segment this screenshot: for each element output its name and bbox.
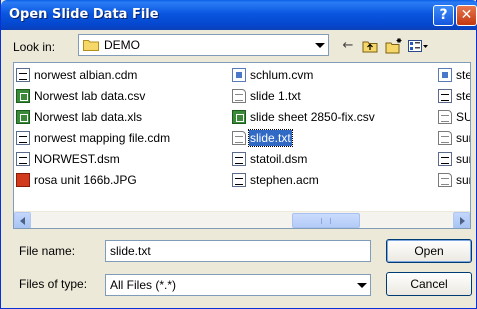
file-list-item[interactable]: cvm-file-icon step [438, 67, 470, 83]
file-list-item[interactable]: text-file-icon surv [438, 130, 470, 146]
cancel-button[interactable]: Cancel [386, 272, 472, 296]
text-file-icon: text-file-icon [438, 173, 452, 187]
scroll-left-button[interactable] [14, 212, 31, 228]
cvm-file-icon: cvm-file-icon [232, 68, 246, 82]
text-file-icon: text-file-icon [438, 110, 452, 124]
excel-file-icon: excel-file-icon [232, 110, 246, 124]
cvm-file-icon: cvm-file-icon [438, 68, 452, 82]
file-list-item[interactable]: dsm-file-icon norwest mapping file.cdm [16, 130, 216, 146]
file-list-item[interactable]: excel-file-icon Norwest lab data.xls [16, 109, 216, 125]
dialog-title: Open Slide Data File [9, 7, 159, 22]
horizontal-scrollbar[interactable] [14, 211, 470, 228]
file-list[interactable]: dsm-file-icon norwest albian.cdm excel-fil… [13, 62, 471, 229]
file-name-text: slide 1.txt [250, 89, 301, 103]
look-in-dropdown[interactable]: DEMO [78, 34, 329, 56]
file-name-text: slide sheet 2850-fix.csv [250, 110, 375, 124]
dsm-file-icon: dsm-file-icon [16, 131, 30, 145]
file-name-text: NORWEST.dsm [34, 152, 120, 166]
dsm-file-icon: dsm-file-icon [232, 152, 246, 166]
file-list-item[interactable]: text-file-icon slide 1.txt [232, 88, 432, 104]
file-name-text: Norwest lab data.csv [34, 89, 146, 103]
file-list-item[interactable]: dsm-file-icon statoil.dsm [232, 151, 432, 167]
file-name-text: schlum.cvm [250, 68, 314, 82]
back-icon[interactable]: ← [339, 37, 357, 55]
file-name-text: stephen.acm [250, 173, 319, 187]
look-in-label: Look in: [13, 40, 56, 54]
file-name-label: File name: [19, 244, 76, 258]
scroll-right-button[interactable] [453, 212, 470, 228]
scroll-thumb[interactable] [292, 213, 360, 228]
excel-file-icon: excel-file-icon [16, 110, 30, 124]
file-list-item[interactable]: excel-file-icon Norwest lab data.csv [16, 88, 216, 104]
dsm-file-icon: dsm-file-icon [232, 173, 246, 187]
dsm-file-icon: dsm-file-icon [438, 89, 452, 103]
text-file-icon: text-file-icon [438, 131, 452, 145]
open-button[interactable]: Open [386, 239, 472, 263]
file-list-item[interactable]: dsm-file-icon stephen.acm [232, 172, 432, 188]
file-name-text: norwest albian.cdm [34, 68, 138, 82]
dsm-file-icon: dsm-file-icon [438, 152, 452, 166]
folder-icon [83, 40, 99, 51]
file-list-item[interactable]: text-file-icon SUR [438, 109, 470, 125]
help-button[interactable]: ? [433, 5, 454, 26]
look-in-value: DEMO [104, 38, 140, 52]
file-name-text: step [456, 68, 470, 82]
file-name-text: slide.txt [248, 129, 293, 147]
files-of-type-dropdown[interactable]: All Files (*.*) [105, 274, 371, 296]
new-folder-icon[interactable] [384, 37, 404, 55]
files-of-type-value: All Files (*.*) [110, 278, 177, 292]
file-list-item[interactable]: dsm-file-icon step [438, 88, 470, 104]
file-name-text: SUR [456, 110, 470, 124]
image-file-icon: image-file-icon [16, 173, 30, 187]
file-name-text: step [456, 89, 470, 103]
file-list-item[interactable]: dsm-file-icon NORWEST.dsm [16, 151, 216, 167]
text-file-icon: text-file-icon [232, 89, 246, 103]
dsm-file-icon: dsm-file-icon [16, 152, 30, 166]
open-file-dialog: Open Slide Data File ? ✕ Look in: DEMO ←… [0, 0, 477, 309]
close-button[interactable]: ✕ [456, 5, 477, 26]
file-name-text: statoil.dsm [250, 152, 308, 166]
file-list-item[interactable]: cvm-file-icon schlum.cvm [232, 67, 432, 83]
file-name-text: surv [456, 131, 470, 145]
file-name-text: Norwest lab data.xls [34, 110, 143, 124]
file-name-text: rosa unit 166b.JPG [34, 173, 137, 187]
file-list-item[interactable]: image-file-icon rosa unit 166b.JPG [16, 172, 216, 188]
up-folder-icon[interactable] [361, 37, 379, 55]
dsm-file-icon: dsm-file-icon [16, 68, 30, 82]
views-menu-icon[interactable] [407, 37, 429, 55]
file-name-input[interactable]: slide.txt [105, 240, 371, 262]
chevron-down-icon[interactable] [310, 36, 327, 54]
file-list-item[interactable]: dsm-file-icon surv [438, 151, 470, 167]
file-name-text: surv [456, 173, 470, 187]
file-list-item[interactable]: text-file-iconslide.txt [232, 129, 432, 147]
title-bar[interactable]: Open Slide Data File ? ✕ [1, 0, 477, 30]
text-file-icon: text-file-icon [232, 131, 246, 145]
files-of-type-label: Files of type: [19, 277, 88, 291]
chevron-down-icon[interactable] [352, 276, 369, 294]
file-list-item[interactable]: dsm-file-icon norwest albian.cdm [16, 67, 216, 83]
file-name-text: surv [456, 152, 470, 166]
file-list-item[interactable]: text-file-icon surv [438, 172, 470, 188]
file-list-item[interactable]: excel-file-icon slide sheet 2850-fix.csv [232, 109, 432, 125]
file-name-text: norwest mapping file.cdm [34, 131, 171, 145]
excel-file-icon: excel-file-icon [16, 89, 30, 103]
